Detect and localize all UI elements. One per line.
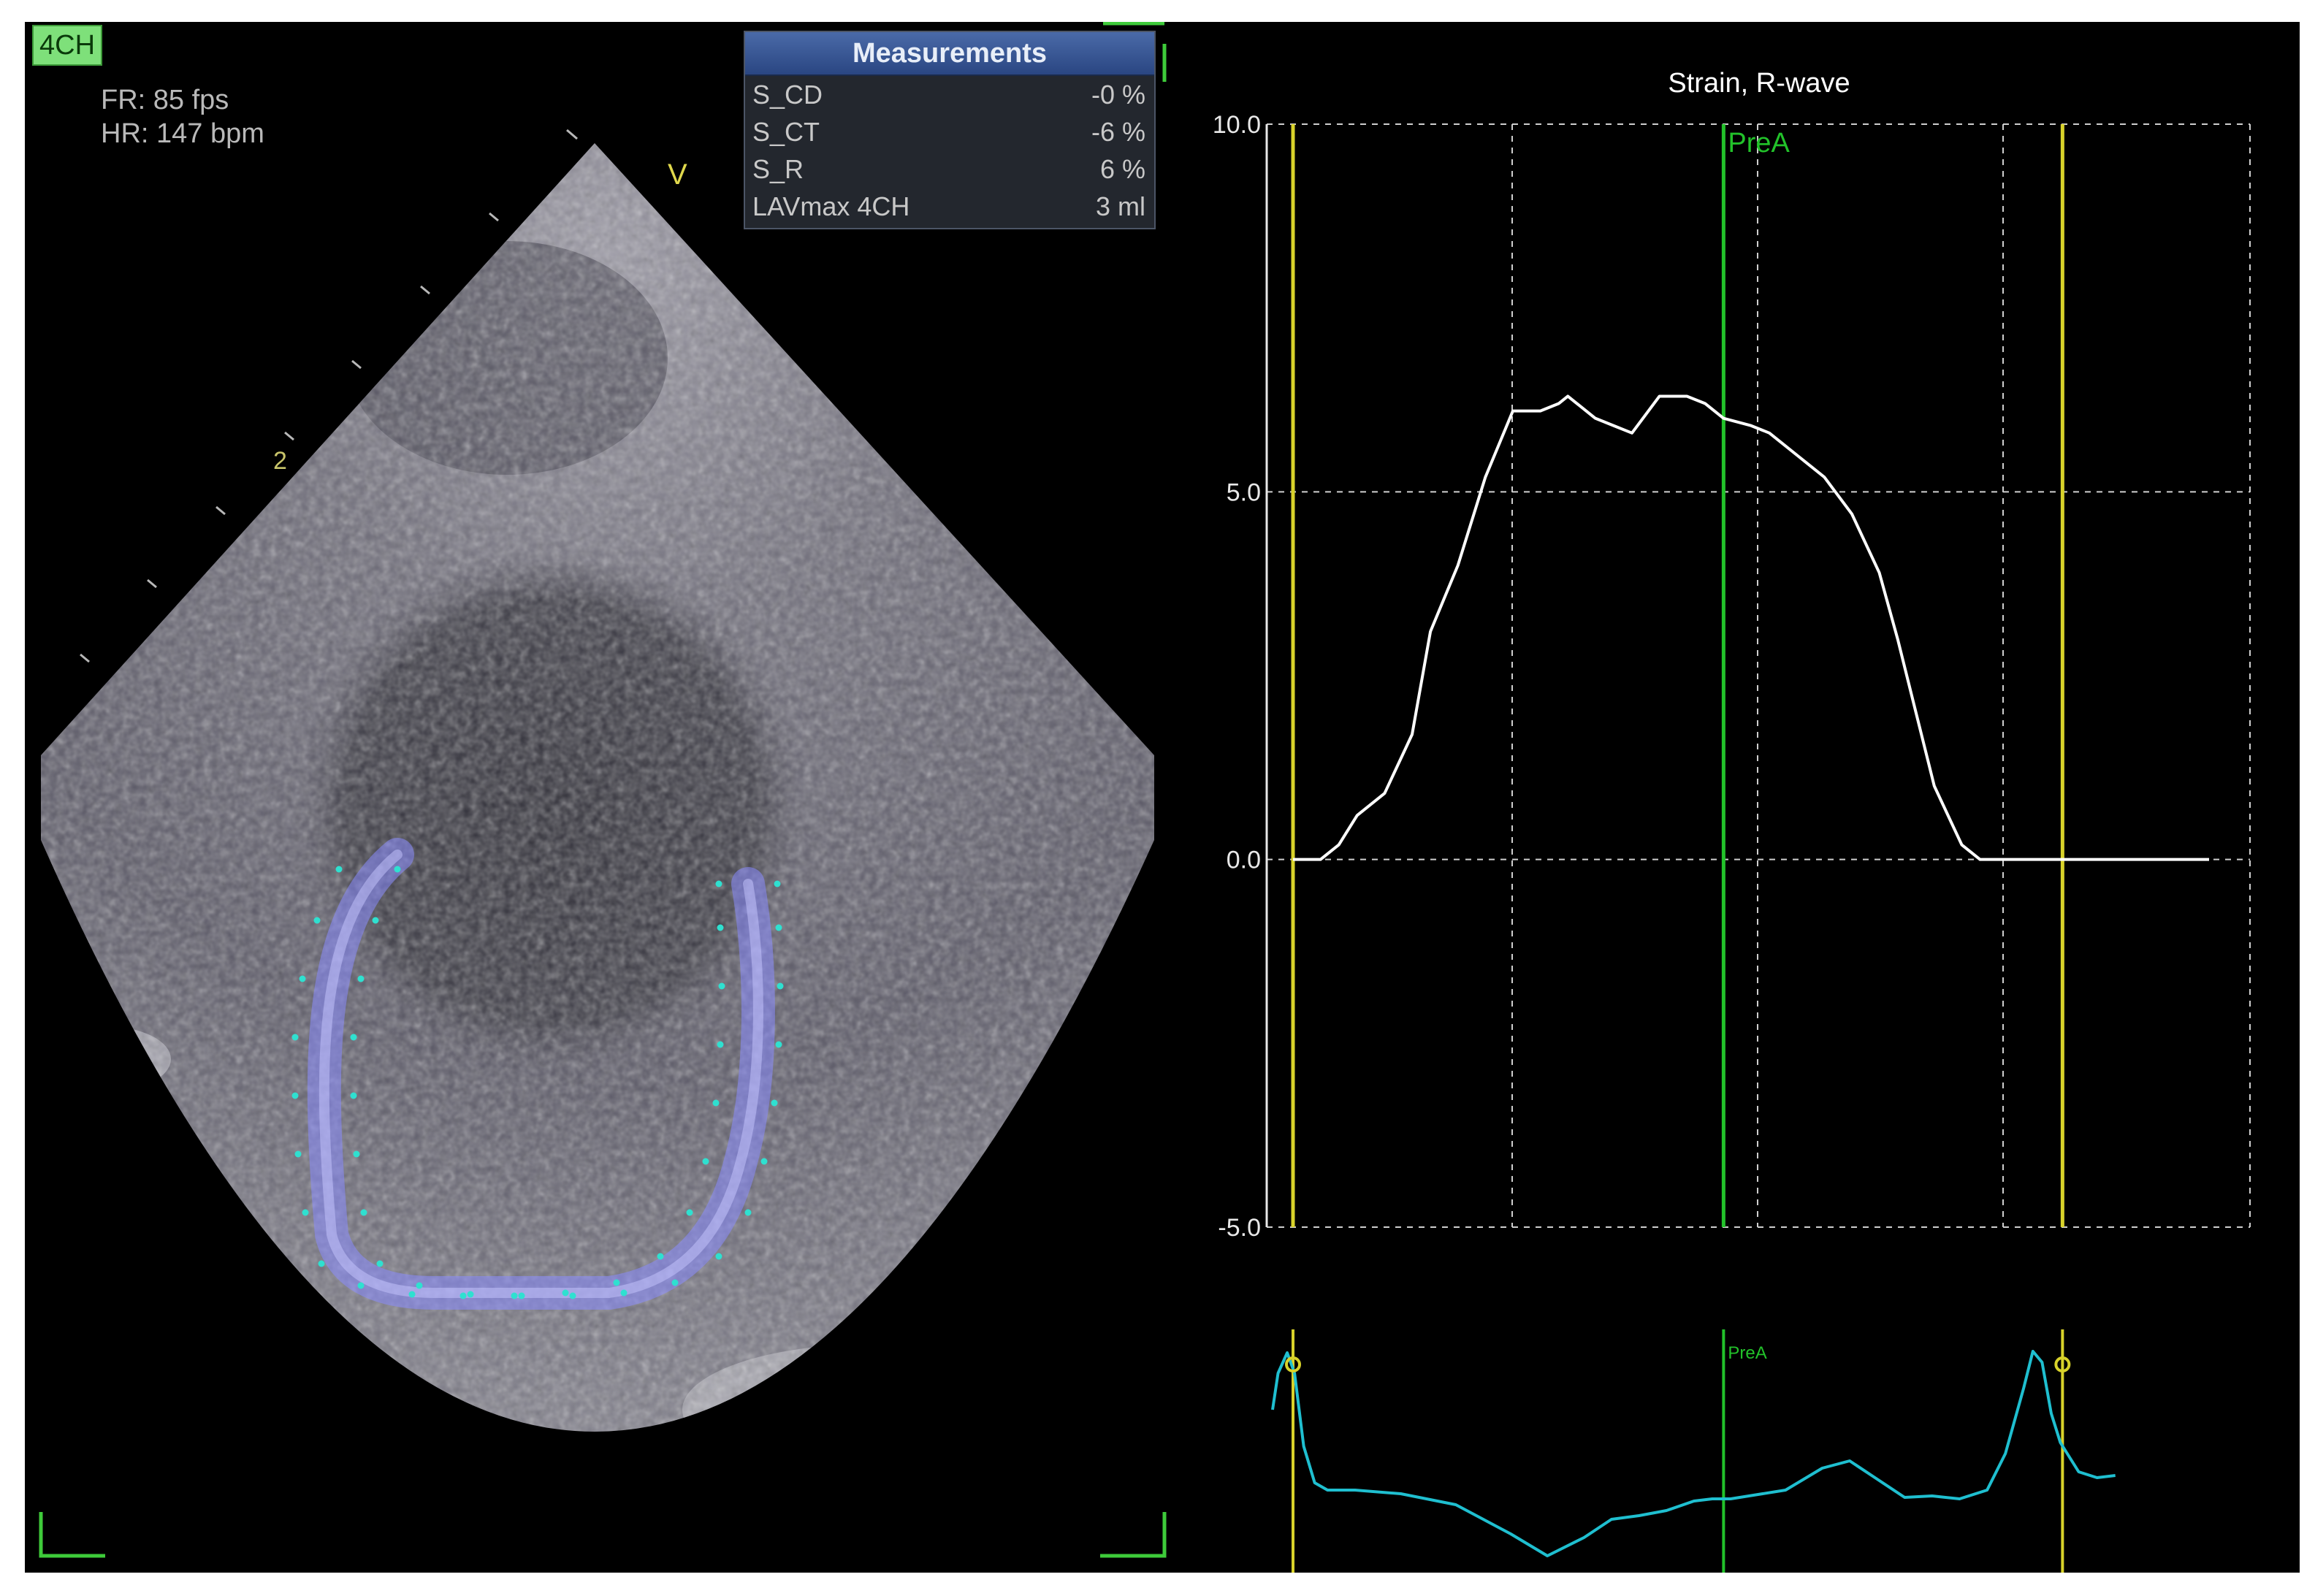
tracking-point	[771, 1099, 778, 1107]
tracking-point	[777, 982, 784, 990]
tracking-point	[350, 1092, 357, 1099]
strain-chart[interactable]: Strain, R-wave 10.0 5.0 0.0 -5.0 PreA PreA	[1194, 22, 2300, 1573]
y-tick-label: 10.0	[1213, 111, 1261, 139]
tracking-point	[620, 1289, 628, 1297]
tracking-point	[299, 975, 306, 982]
tracking-point	[511, 1292, 518, 1299]
ecg-trace	[1271, 1350, 2116, 1557]
tracking-point	[613, 1279, 620, 1286]
measurement-value: -6 %	[1091, 117, 1145, 147]
tracking-point	[718, 982, 725, 990]
strain-line	[1293, 394, 2209, 861]
echo-sector	[41, 143, 1154, 1432]
chart-title: Strain, R-wave	[1668, 68, 1850, 99]
measurement-row[interactable]: LAVmax 4CH 3 ml	[745, 188, 1154, 225]
tracking-point	[350, 1034, 357, 1041]
tracking-point	[357, 1282, 365, 1289]
tracking-point	[760, 1158, 768, 1165]
measurement-row[interactable]: S_CD -0 %	[745, 76, 1154, 113]
depth-marker: 2	[273, 447, 287, 475]
viewer-screen: 2 V 4CH FR: 85 fps HR: 147 bpm Measureme…	[25, 22, 2300, 1573]
measurement-label: S_CT	[752, 117, 820, 147]
y-tick-label: 5.0	[1227, 478, 1261, 506]
tracking-point	[291, 1034, 299, 1041]
ecg-marker-label: PreA	[1728, 1343, 1766, 1363]
tracking-point	[353, 1150, 360, 1158]
orientation-marker: V	[668, 159, 687, 191]
measurement-value: 6 %	[1099, 154, 1145, 184]
tracking-point	[518, 1292, 525, 1299]
measurements-panel[interactable]: Measurements S_CD -0 % S_CT -6 % S_R 6 %…	[744, 31, 1156, 229]
event-markers[interactable]: PreA PreA	[1291, 124, 2064, 1573]
y-tick-label: -5.0	[1218, 1214, 1261, 1242]
tracking-point	[775, 924, 782, 931]
tracking-point	[291, 1092, 299, 1099]
measurement-row[interactable]: S_CT -6 %	[745, 113, 1154, 150]
tracking-point	[416, 1282, 423, 1289]
chart-grid	[1265, 123, 2251, 1228]
tracking-point	[459, 1292, 467, 1299]
tracking-point	[562, 1289, 569, 1297]
measurement-value: -0 %	[1091, 80, 1145, 110]
ultrasound-image: 2 V	[39, 22, 1167, 1558]
event-marker-label: PreA	[1728, 128, 1790, 159]
tracking-point	[372, 917, 379, 924]
y-tick-label: 0.0	[1227, 847, 1261, 874]
tracking-point	[569, 1292, 576, 1299]
measurement-value: 3 ml	[1095, 191, 1145, 221]
measurement-label: LAVmax 4CH	[752, 191, 910, 221]
tracking-point	[744, 1209, 752, 1216]
tracking-point	[775, 1041, 782, 1048]
measurement-label: S_R	[752, 154, 804, 184]
tracking-point	[394, 866, 401, 873]
tracking-point	[712, 1099, 720, 1107]
tracking-point	[657, 1253, 664, 1260]
tracking-point	[717, 1041, 724, 1048]
tracking-point	[774, 880, 781, 887]
tracking-point	[360, 1209, 367, 1216]
tracking-point	[467, 1291, 474, 1298]
frame-rate-label: FR: 85 fps	[101, 85, 229, 115]
tracking-point	[671, 1279, 679, 1286]
tracking-point	[715, 1253, 722, 1260]
y-axis-ticks: 10.0 5.0 0.0 -5.0	[1213, 111, 1261, 1242]
tracking-point	[715, 880, 722, 887]
heart-rate-label: HR: 147 bpm	[101, 118, 264, 149]
tracking-point	[376, 1260, 384, 1267]
tracking-point	[357, 975, 365, 982]
tracking-point	[313, 917, 321, 924]
measurement-row[interactable]: S_R 6 %	[745, 150, 1154, 188]
measurements-title[interactable]: Measurements	[745, 32, 1154, 76]
strain-series	[1293, 394, 2209, 861]
measurement-label: S_CD	[752, 80, 823, 110]
ecg-line	[1271, 1350, 2116, 1557]
tracking-point	[294, 1150, 302, 1158]
tracking-point	[717, 924, 724, 931]
tracking-point	[335, 866, 343, 873]
tracking-point	[686, 1209, 693, 1216]
tracking-point	[702, 1158, 709, 1165]
tracking-point	[302, 1209, 309, 1216]
view-tag[interactable]: 4CH	[32, 25, 103, 66]
tracking-point	[318, 1260, 325, 1267]
tracking-point	[408, 1291, 416, 1298]
